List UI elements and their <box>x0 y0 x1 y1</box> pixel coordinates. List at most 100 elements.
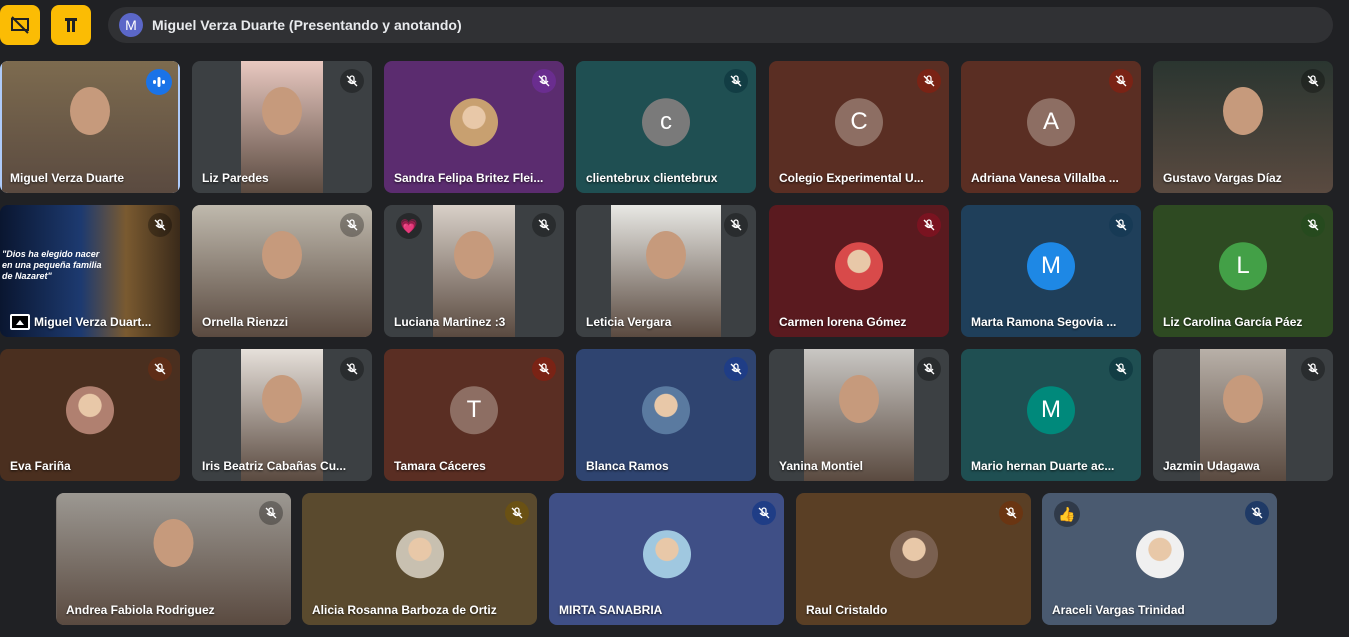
reaction-icon: 💗 <box>396 213 422 239</box>
participant-name: Luciana Martinez :3 <box>394 315 506 329</box>
face-silhouette <box>1223 87 1263 136</box>
mic-off-icon <box>917 357 941 381</box>
participant-avatar-photo <box>642 386 690 435</box>
participant-avatar-letter: A <box>1027 98 1075 147</box>
mic-off-icon <box>148 213 172 237</box>
participant-avatar-photo <box>395 530 444 579</box>
participant-avatar-letter: M <box>1027 386 1075 435</box>
participant-tile[interactable]: Gustavo Vargas Díaz <box>1153 61 1333 193</box>
presenting-icon <box>10 314 30 330</box>
participant-name: Mario hernan Duarte ac... <box>971 459 1115 473</box>
presenter-avatar: M <box>119 13 143 37</box>
mic-off-icon <box>999 501 1023 525</box>
face-silhouette <box>153 519 194 568</box>
annotation-toggle-button[interactable] <box>51 5 91 45</box>
participant-avatar-letter: L <box>1219 242 1267 291</box>
participant-tile[interactable]: Carmen lorena Gómez <box>769 205 949 337</box>
participant-tile[interactable]: Iris Beatriz Cabañas Cu... <box>192 349 372 481</box>
participant-name: clientebrux clientebrux <box>586 171 718 185</box>
participant-tile[interactable]: Alicia Rosanna Barboza de Ortiz <box>302 493 537 625</box>
participant-tile[interactable]: Miguel Verza Duarte <box>0 61 180 193</box>
mic-off-icon <box>148 357 172 381</box>
participant-tile[interactable]: Andrea Fabiola Rodriguez <box>56 493 291 625</box>
presenter-bar[interactable]: M Miguel Verza Duarte (Presentando y ano… <box>108 7 1333 43</box>
participant-name: Alicia Rosanna Barboza de Ortiz <box>312 603 497 617</box>
participant-name: Marta Ramona Segovia ... <box>971 315 1117 329</box>
participant-tile[interactable]: Jazmin Udagawa <box>1153 349 1333 481</box>
participant-avatar-photo <box>889 530 938 579</box>
face-silhouette <box>262 231 302 280</box>
participant-name: Gustavo Vargas Díaz <box>1163 171 1282 185</box>
participant-name: Iris Beatriz Cabañas Cu... <box>202 459 347 473</box>
mic-off-icon <box>1301 213 1325 237</box>
participant-avatar-letter: M <box>1027 242 1075 291</box>
participant-avatar-photo <box>835 242 883 291</box>
participant-name: Liz Paredes <box>202 171 269 185</box>
mic-off-icon <box>1245 501 1269 525</box>
participant-name: Ornella Rienzzi <box>202 315 289 329</box>
participant-name: MIRTA SANABRIA <box>559 603 663 617</box>
mic-off-icon <box>532 213 556 237</box>
face-silhouette <box>839 375 879 424</box>
participant-name: Raul Cristaldo <box>806 603 888 617</box>
participant-name: Blanca Ramos <box>586 459 669 473</box>
participant-tile[interactable]: Raul Cristaldo <box>796 493 1031 625</box>
participant-tile[interactable]: Blanca Ramos <box>576 349 756 481</box>
participant-name: Yanina Montiel <box>779 459 864 473</box>
stop-presenting-button[interactable] <box>0 5 40 45</box>
participant-tile[interactable]: 💗 Luciana Martinez :3 <box>384 205 564 337</box>
mic-off-icon <box>505 501 529 525</box>
participant-tile[interactable]: Eva Fariña <box>0 349 180 481</box>
mic-off-icon <box>724 213 748 237</box>
mic-off-icon <box>340 69 364 93</box>
participant-tile[interactable]: Leticia Vergara <box>576 205 756 337</box>
participant-name: Eva Fariña <box>10 459 71 473</box>
participant-tile[interactable]: M Mario hernan Duarte ac... <box>961 349 1141 481</box>
participant-tile[interactable]: MIRTA SANABRIA <box>549 493 784 625</box>
mic-off-icon <box>532 357 556 381</box>
mic-off-icon <box>1109 213 1133 237</box>
pen-icon <box>65 18 77 32</box>
mic-off-icon <box>752 501 776 525</box>
participant-name: Adriana Vanesa Villalba ... <box>971 171 1119 185</box>
participant-tile[interactable]: Yanina Montiel <box>769 349 949 481</box>
participant-avatar-photo <box>1135 530 1184 579</box>
face-silhouette <box>1223 375 1263 424</box>
participant-tile[interactable]: C Colegio Experimental U... <box>769 61 949 193</box>
mic-off-icon <box>1109 69 1133 93</box>
mic-off-icon <box>724 69 748 93</box>
participant-tile[interactable]: L Liz Carolina García Páez <box>1153 205 1333 337</box>
participant-name: Liz Carolina García Páez <box>1163 315 1303 329</box>
participant-avatar-letter: c <box>642 98 690 147</box>
participant-name: Tamara Cáceres <box>394 459 486 473</box>
mic-off-icon <box>917 69 941 93</box>
mic-off-icon <box>1109 357 1133 381</box>
participant-avatar-letter: T <box>450 386 498 435</box>
face-silhouette <box>646 231 686 280</box>
participant-name: Araceli Vargas Trinidad <box>1052 603 1185 617</box>
participant-name: Leticia Vergara <box>586 315 672 329</box>
participant-tile[interactable]: "Dios ha elegido nacer en una pequeña fa… <box>0 205 180 337</box>
participant-avatar-photo <box>450 98 498 147</box>
screen-share-off-icon <box>11 16 29 34</box>
participant-avatar-photo <box>66 386 114 435</box>
participant-tile[interactable]: T Tamara Cáceres <box>384 349 564 481</box>
face-silhouette <box>70 87 110 136</box>
participant-name: Miguel Verza Duart... <box>34 315 152 329</box>
participant-name: Colegio Experimental U... <box>779 171 924 185</box>
speaking-indicator-icon <box>146 69 172 95</box>
participant-tile[interactable]: A Adriana Vanesa Villalba ... <box>961 61 1141 193</box>
mic-off-icon <box>259 501 283 525</box>
mic-off-icon <box>340 357 364 381</box>
participant-tile[interactable]: M Marta Ramona Segovia ... <box>961 205 1141 337</box>
mic-off-icon <box>1301 69 1325 93</box>
participant-tile[interactable]: Ornella Rienzzi <box>192 205 372 337</box>
participant-tile[interactable]: Liz Paredes <box>192 61 372 193</box>
participant-tile[interactable]: c clientebrux clientebrux <box>576 61 756 193</box>
participant-name: Jazmin Udagawa <box>1163 459 1260 473</box>
participant-tile[interactable]: Sandra Felipa Britez Flei... <box>384 61 564 193</box>
mic-off-icon <box>1301 357 1325 381</box>
face-silhouette <box>262 87 302 136</box>
participant-tile[interactable]: 👍 Araceli Vargas Trinidad <box>1042 493 1277 625</box>
face-silhouette <box>454 231 494 280</box>
